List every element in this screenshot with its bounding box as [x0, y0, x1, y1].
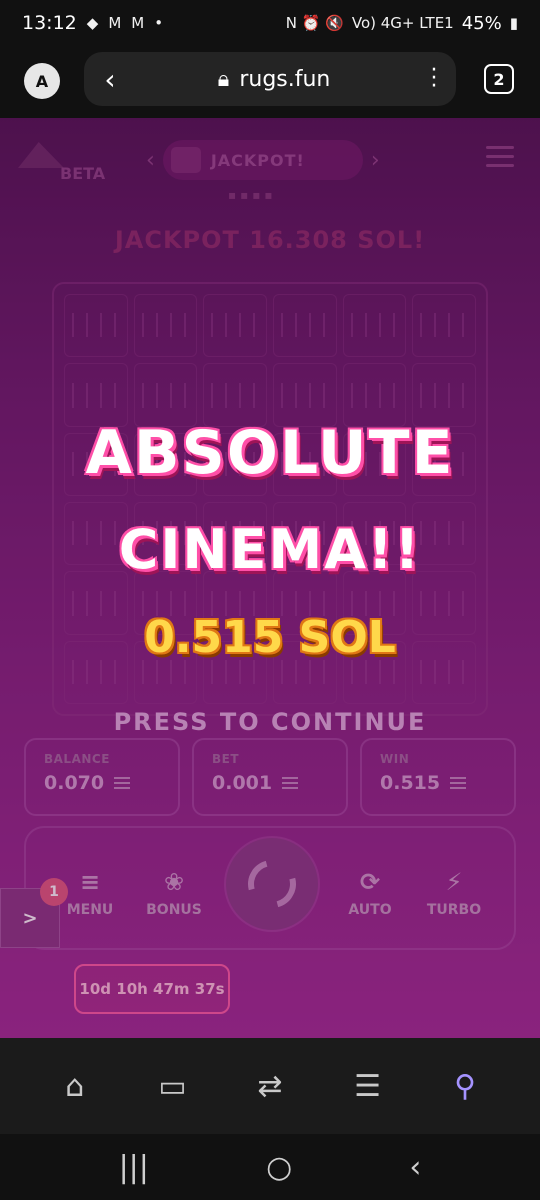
home-icon[interactable]: ⌂ — [45, 1056, 105, 1116]
url-text: rugs.fun — [239, 66, 331, 92]
discord-icon: ◆ — [86, 14, 99, 32]
win-amount: 0.515 SOL — [144, 612, 396, 663]
lock-icon: 🔒︎ — [217, 66, 230, 92]
battery-level: 45% — [461, 12, 502, 34]
back-nav-icon[interactable]: ‹ — [409, 1150, 421, 1185]
search-icon[interactable]: ⚲ — [435, 1056, 495, 1116]
browser-bottom-nav: ⌂ ▭ ⇄ ☰ ⚲ — [0, 1038, 540, 1134]
browser-toolbar: A ‹ 🔒︎ rugs.fun · · · 2 — [0, 46, 540, 118]
recent-apps-icon[interactable]: ||| — [119, 1150, 149, 1185]
status-icons: N ⏰ 🔇 — [285, 14, 344, 32]
back-icon[interactable]: ‹ — [84, 63, 136, 96]
wallet-icon[interactable]: ▭ — [142, 1056, 202, 1116]
home-button-icon[interactable]: ○ — [266, 1150, 292, 1185]
tabs-button[interactable]: 2 — [484, 64, 514, 94]
clock: 13:12 — [22, 12, 77, 34]
swap-icon[interactable]: ⇄ — [240, 1056, 300, 1116]
network-indicator: Vo) 4G+ LTE1 — [351, 14, 454, 32]
system-nav-bar: ||| ○ ‹ — [0, 1134, 540, 1200]
more-options-icon[interactable]: · · · — [412, 60, 456, 98]
battery-icon: ▮ — [509, 14, 518, 32]
popup-title-line1: ABSOLUTE — [85, 418, 455, 488]
game-area[interactable]: BETA ‹ JACKPOT! › ▪▪▪▪ JACKPOT 16.308 SO… — [0, 118, 540, 1038]
address-bar[interactable]: ‹ 🔒︎ rugs.fun · · · — [84, 52, 456, 106]
popup-title-line2: CINEMA!! — [118, 518, 422, 581]
dot-icon: • — [154, 14, 164, 32]
profile-avatar[interactable]: A — [24, 63, 60, 99]
press-to-continue[interactable]: PRESS TO CONTINUE — [0, 708, 540, 736]
chat-icon[interactable]: ☰ — [338, 1056, 398, 1116]
status-bar: 13:12 ◆ M M • N ⏰ 🔇 Vo) 4G+ LTE1 45% ▮ — [0, 0, 540, 46]
gmail-icon-2: M — [131, 14, 145, 32]
gmail-icon: M — [108, 14, 122, 32]
